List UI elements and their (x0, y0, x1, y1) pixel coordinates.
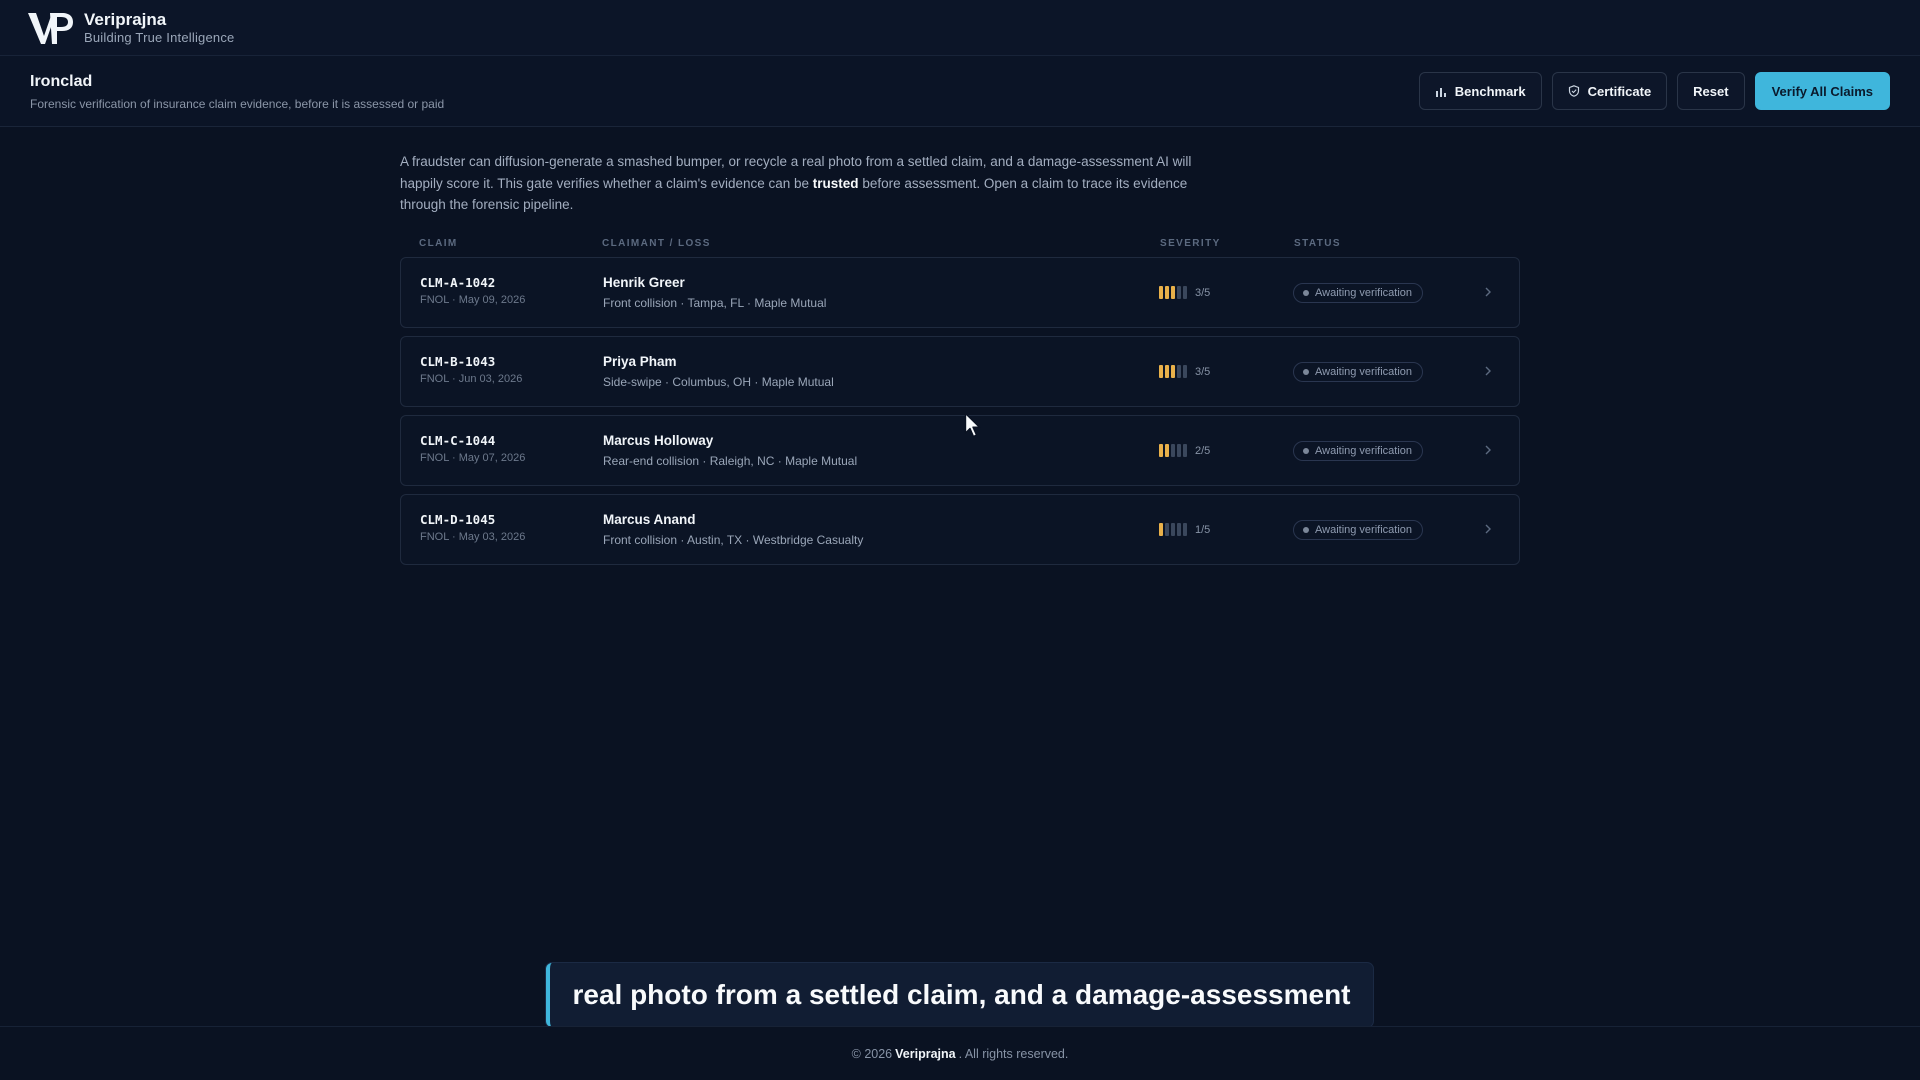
claimant-name: Henrik Greer (603, 275, 685, 290)
column-header-severity: SEVERITY (1160, 238, 1221, 249)
vp-logo-icon[interactable] (26, 10, 74, 46)
brand-name: Veriprajna (84, 9, 167, 29)
severity-meter: 1/5 (1159, 523, 1210, 536)
severity-bar (1171, 286, 1175, 299)
claimant-name: Marcus Holloway (603, 433, 714, 448)
bar-chart-icon (1435, 88, 1446, 97)
severity-bar (1183, 365, 1187, 378)
footer: © 2026 Veriprajna . All rights reserved. (0, 1026, 1920, 1080)
loss-details: Front collision · Tampa, FL · Maple Mutu… (603, 296, 827, 310)
chevron-right-icon[interactable] (1483, 521, 1493, 537)
status-badge: Awaiting verification (1293, 520, 1424, 540)
loss-details: Front collision · Austin, TX · Westbridg… (603, 533, 864, 547)
severity-label: 3/5 (1195, 286, 1211, 299)
loss-details: Side-swipe · Columbus, OH · Maple Mutual (603, 375, 834, 389)
intro-paragraph: A fraudster can diffusion-generate a sma… (400, 151, 1220, 216)
certificate-label: Certificate (1587, 83, 1652, 99)
claim-id: CLM-D-1045 (420, 512, 496, 527)
claim-row[interactable]: CLM-A-1042 FNOL · May 09, 2026 Henrik Gr… (400, 257, 1520, 328)
app-header: Ironclad Forensic verification of insura… (0, 56, 1920, 127)
footer-copyright: © 2026 (851, 1046, 893, 1061)
status-badge: Awaiting verification (1293, 441, 1424, 461)
certificate-button[interactable]: Certificate (1551, 72, 1668, 110)
claim-id: CLM-B-1043 (420, 354, 496, 369)
severity-bar (1165, 523, 1169, 536)
severity-bars (1159, 365, 1187, 378)
status-label: Awaiting verification (1315, 445, 1413, 457)
severity-bar (1177, 523, 1181, 536)
severity-bar (1183, 286, 1187, 299)
column-header-claim: CLAIM (419, 238, 458, 249)
loss-details: Rear-end collision · Raleigh, NC · Maple… (603, 454, 858, 468)
reset-button[interactable]: Reset (1677, 72, 1745, 110)
status-dot-icon (1303, 369, 1309, 375)
severity-label: 3/5 (1195, 365, 1211, 378)
caption-overlay: real photo from a settled claim, and a d… (546, 963, 1373, 1027)
severity-meter: 3/5 (1159, 286, 1210, 299)
mouse-pointer-icon (964, 412, 981, 438)
verify-all-claims-button[interactable]: Verify All Claims (1754, 72, 1890, 110)
severity-meter: 3/5 (1159, 365, 1210, 378)
claim-row[interactable]: CLM-B-1043 FNOL · Jun 03, 2026 Priya Pha… (400, 336, 1520, 407)
status-dot-icon (1303, 290, 1309, 296)
severity-label: 1/5 (1195, 523, 1211, 536)
severity-bars (1159, 444, 1187, 457)
page-subtitle: Forensic verification of insurance claim… (30, 97, 445, 111)
severity-bar (1171, 365, 1175, 378)
severity-bars (1159, 523, 1187, 536)
benchmark-label: Benchmark (1454, 83, 1526, 99)
claims-table-header: CLAIM CLAIMANT / LOSS SEVERITY STATUS (400, 238, 1520, 252)
claim-date: FNOL · May 07, 2026 (420, 452, 526, 464)
chevron-right-icon[interactable] (1483, 363, 1493, 379)
severity-label: 2/5 (1195, 444, 1211, 457)
column-header-status: STATUS (1294, 238, 1341, 249)
claims-table: CLM-A-1042 FNOL · May 09, 2026 Henrik Gr… (400, 257, 1520, 573)
severity-bar (1177, 286, 1181, 299)
claim-row[interactable]: CLM-D-1045 FNOL · May 03, 2026 Marcus An… (400, 494, 1520, 565)
severity-bar (1165, 286, 1169, 299)
claim-id: CLM-A-1042 (420, 275, 496, 290)
intro-text-bold: trusted (812, 175, 859, 191)
status-dot-icon (1303, 527, 1309, 533)
brand-tagline: Building True Intelligence (84, 29, 235, 45)
status-label: Awaiting verification (1315, 366, 1413, 378)
status-badge: Awaiting verification (1293, 283, 1424, 303)
claim-row[interactable]: CLM-C-1044 FNOL · May 07, 2026 Marcus Ho… (400, 415, 1520, 486)
severity-bar (1183, 444, 1187, 457)
severity-bar (1159, 523, 1163, 536)
status-badge: Awaiting verification (1293, 362, 1424, 382)
severity-bars (1159, 286, 1187, 299)
status-dot-icon (1303, 448, 1309, 454)
severity-bar (1159, 444, 1163, 457)
severity-bar (1183, 523, 1187, 536)
severity-bar (1165, 365, 1169, 378)
benchmark-button[interactable]: Benchmark (1418, 72, 1542, 110)
severity-bar (1171, 444, 1175, 457)
claimant-name: Marcus Anand (603, 512, 696, 527)
page-title: Ironclad (30, 73, 93, 90)
claim-id: CLM-C-1044 (420, 433, 496, 448)
claim-date: FNOL · Jun 03, 2026 (420, 373, 523, 385)
severity-bar (1171, 523, 1175, 536)
brand-bar: Veriprajna Building True Intelligence (0, 0, 1920, 56)
claimant-name: Priya Pham (603, 354, 677, 369)
status-label: Awaiting verification (1315, 287, 1413, 299)
footer-rights: . All rights reserved. (958, 1046, 1069, 1061)
header-actions: Benchmark Certificate Reset Verify All C… (1418, 72, 1890, 110)
severity-bar (1165, 444, 1169, 457)
chevron-right-icon[interactable] (1483, 442, 1493, 458)
chevron-right-icon[interactable] (1483, 284, 1493, 300)
status-label: Awaiting verification (1315, 524, 1413, 536)
claim-date: FNOL · May 09, 2026 (420, 294, 526, 306)
footer-brand: Veriprajna (895, 1046, 956, 1061)
severity-bar (1159, 286, 1163, 299)
claim-date: FNOL · May 03, 2026 (420, 531, 526, 543)
brand-text: Veriprajna Building True Intelligence (84, 10, 234, 46)
severity-meter: 2/5 (1159, 444, 1210, 457)
shield-icon (1568, 85, 1579, 97)
severity-bar (1159, 365, 1163, 378)
column-header-claimant: CLAIMANT / LOSS (602, 238, 711, 249)
severity-bar (1177, 365, 1181, 378)
severity-bar (1177, 444, 1181, 457)
